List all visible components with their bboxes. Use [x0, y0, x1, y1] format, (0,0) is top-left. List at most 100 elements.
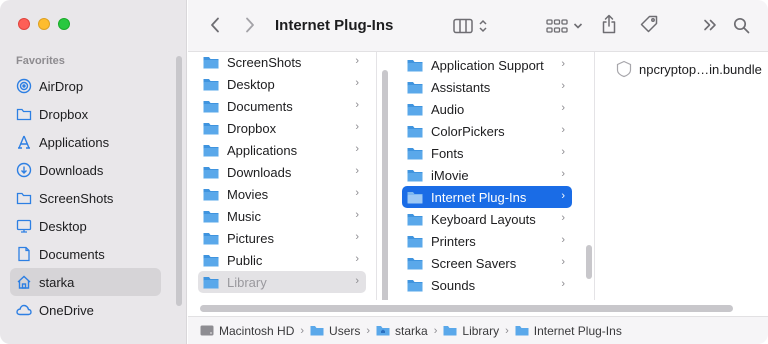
folder-label: Audio [431, 101, 465, 117]
chevron-right-icon: › [355, 275, 359, 287]
folder-row[interactable]: Fonts › [402, 142, 572, 164]
folder-icon [203, 56, 219, 68]
chevron-updown-icon [479, 19, 487, 33]
folder-row[interactable]: Keyboard Layouts › [402, 208, 572, 230]
column-divider[interactable] [376, 52, 377, 300]
folder-icon [407, 103, 423, 115]
path-item-macintosh-hd[interactable]: Macintosh HD [200, 324, 294, 338]
sidebar-item-label: starka [39, 274, 75, 290]
sidebar-item-screenshots[interactable]: ScreenShots [10, 184, 161, 212]
horizontal-scrollbar[interactable] [200, 305, 733, 312]
path-item-library[interactable]: Library [443, 324, 499, 338]
folder-row[interactable]: Downloads › [198, 161, 366, 183]
sidebar-item-label: Applications [39, 134, 110, 150]
path-bar: Macintosh HD › Users › starka › Library … [188, 316, 768, 344]
sidebar-item-onedrive[interactable]: OneDrive [10, 296, 161, 324]
folder-row[interactable]: Internet Plug-Ins › [402, 186, 572, 208]
column-internet-plugins: npcryptop…in.bundle [600, 52, 768, 300]
share-button[interactable] [599, 13, 619, 35]
zoom-button[interactable] [58, 18, 70, 30]
chevron-right-icon: › [355, 55, 359, 67]
group-button[interactable] [544, 17, 584, 35]
chevron-left-icon [211, 17, 219, 33]
chevron-right-icon: › [561, 256, 565, 268]
chevron-right-icon: › [561, 212, 565, 224]
folder-icon [407, 235, 423, 247]
chevron-right-icon: › [355, 99, 359, 111]
folder-row[interactable]: Screen Savers › [402, 252, 572, 274]
folder-row[interactable]: Applications › [198, 139, 366, 161]
folder-row[interactable]: Sounds › [402, 274, 572, 296]
path-item-starka[interactable]: starka [376, 324, 428, 338]
minimize-button[interactable] [38, 18, 50, 30]
forward-button[interactable] [241, 15, 259, 35]
sidebar-item-applications[interactable]: Applications [10, 128, 161, 156]
sidebar-item-label: OneDrive [39, 302, 94, 318]
path-separator-icon: › [433, 324, 438, 337]
chevron-right-icon: › [561, 146, 565, 158]
document-icon [16, 246, 32, 262]
airdrop-icon [16, 78, 32, 94]
folder-icon [203, 210, 219, 222]
folder-row[interactable]: Documents › [198, 95, 366, 117]
folder-label: ScreenShots [227, 54, 302, 70]
folder-label: Dropbox [227, 120, 277, 136]
hard-drive-icon [200, 325, 214, 336]
chevron-right-icon: › [561, 278, 565, 290]
folder-label: Printers [431, 233, 476, 249]
folder-row[interactable]: iMovie › [402, 164, 572, 186]
more-button[interactable] [701, 16, 719, 34]
sidebar-item-label: Documents [39, 246, 105, 262]
folder-row[interactable]: ColorPickers › [402, 120, 572, 142]
folder-icon [407, 169, 423, 181]
chevron-right-icon: › [355, 253, 359, 265]
path-separator-icon: › [505, 324, 509, 337]
chevron-right-icon: › [561, 168, 565, 180]
folder-row[interactable]: Application Support › [402, 54, 572, 76]
folder-row[interactable]: Dropbox › [198, 117, 366, 139]
column-plugins-scrollbar[interactable] [586, 245, 592, 279]
folder-row[interactable]: Pictures › [198, 227, 366, 249]
folder-label: Internet Plug-Ins [431, 189, 527, 205]
column-library-scrollbar[interactable] [382, 70, 388, 310]
sidebar-item-starka[interactable]: starka [10, 268, 161, 296]
folder-row[interactable]: Printers › [402, 230, 572, 252]
folder-row[interactable]: Assistants › [402, 76, 572, 98]
chevron-right-icon: › [561, 80, 565, 92]
folder-row[interactable]: Music › [198, 205, 366, 227]
sidebar-item-airdrop[interactable]: AirDrop [10, 72, 161, 100]
sidebar-item-desktop[interactable]: Desktop [10, 212, 161, 240]
folder-label: Movies [227, 186, 269, 202]
cloud-icon [16, 302, 32, 318]
chevron-right-icon: › [355, 121, 359, 133]
folder-row[interactable]: Audio › [402, 98, 572, 120]
file-row[interactable]: npcryptop…in.bundle [610, 58, 766, 80]
folder-row[interactable]: Desktop › [198, 73, 366, 95]
column-divider[interactable] [594, 52, 595, 300]
tag-icon [640, 15, 658, 33]
chevron-right-icon: › [561, 102, 565, 114]
folder-icon [443, 326, 457, 336]
path-item-internet-plugins[interactable]: Internet Plug-Ins [515, 324, 622, 338]
sidebar-item-label: ScreenShots [39, 190, 114, 206]
tag-button[interactable] [639, 14, 659, 34]
close-button[interactable] [18, 18, 30, 30]
folder-row[interactable]: Movies › [198, 183, 366, 205]
folder-icon [203, 100, 219, 112]
view-mode-button[interactable] [452, 16, 488, 36]
folder-icon [407, 147, 423, 159]
folder-row[interactable]: Public › [198, 249, 366, 271]
search-button[interactable] [731, 15, 751, 35]
folder-icon [203, 276, 219, 288]
path-item-users[interactable]: Users [310, 324, 360, 338]
applications-icon [16, 134, 32, 150]
chevron-right-icon [246, 17, 254, 33]
folder-row[interactable]: Library › [198, 271, 366, 293]
folder-row[interactable]: ScreenShots › [198, 52, 366, 73]
column-home-scrollbar[interactable] [176, 56, 182, 306]
sidebar-item-downloads[interactable]: Downloads [10, 156, 161, 184]
folder-label: Applications [227, 142, 298, 158]
back-button[interactable] [206, 15, 224, 35]
sidebar-item-dropbox[interactable]: Dropbox [10, 100, 161, 128]
sidebar-item-documents[interactable]: Documents [10, 240, 161, 268]
